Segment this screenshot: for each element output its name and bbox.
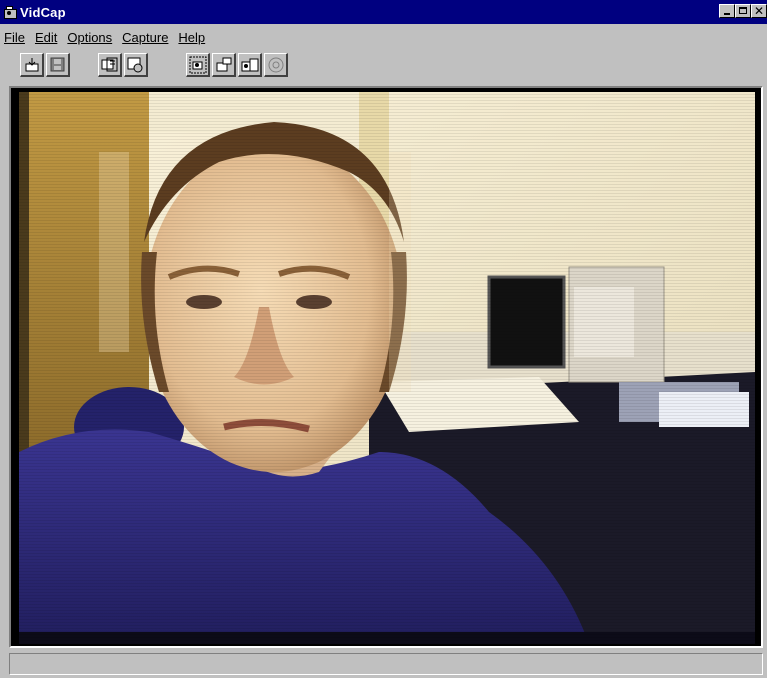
menu-edit[interactable]: Edit: [35, 30, 63, 45]
menu-options[interactable]: Options: [67, 30, 118, 45]
menu-file[interactable]: File: [4, 30, 31, 45]
compression-button[interactable]: [264, 53, 288, 77]
capture-video-icon: [189, 56, 207, 74]
overlay-button[interactable]: [124, 53, 148, 77]
close-icon: ✕: [754, 4, 765, 18]
webcam-frame-image: [19, 92, 755, 644]
status-bar: [9, 653, 763, 675]
title-bar[interactable]: VidCap ✕: [0, 0, 767, 24]
minimize-icon: [724, 13, 730, 15]
minimize-button[interactable]: [719, 4, 735, 18]
menu-help[interactable]: Help: [178, 30, 211, 45]
toolbar: [0, 50, 767, 82]
set-capture-file-button[interactable]: [20, 53, 44, 77]
video-preview-frame: [9, 86, 763, 648]
capture-frame-button[interactable]: [212, 53, 236, 77]
menu-bar: File Edit Options Capture Help: [0, 26, 767, 48]
preview-button[interactable]: [98, 53, 122, 77]
overlay-icon: [127, 57, 143, 73]
capture-frames-button[interactable]: [238, 53, 262, 77]
preview-icon: [101, 57, 118, 72]
video-preview[interactable]: [19, 92, 755, 644]
set-capture-file-icon: [25, 58, 39, 72]
capture-frame-icon: [216, 57, 232, 72]
menu-capture[interactable]: Capture: [122, 30, 174, 45]
vidcap-window: VidCap ✕ File Edit Options Capture Help: [0, 0, 767, 678]
capture-frames-icon: [241, 58, 259, 72]
maximize-button[interactable]: [735, 4, 751, 18]
save-captured-video-icon: [50, 57, 65, 72]
camera-icon[interactable]: [3, 5, 17, 19]
save-captured-video-button[interactable]: [46, 53, 70, 77]
window-title: VidCap: [20, 4, 66, 20]
capture-video-button[interactable]: [186, 53, 210, 77]
close-button[interactable]: ✕: [751, 4, 767, 18]
maximize-icon: [739, 7, 747, 14]
compression-icon: [268, 57, 284, 73]
